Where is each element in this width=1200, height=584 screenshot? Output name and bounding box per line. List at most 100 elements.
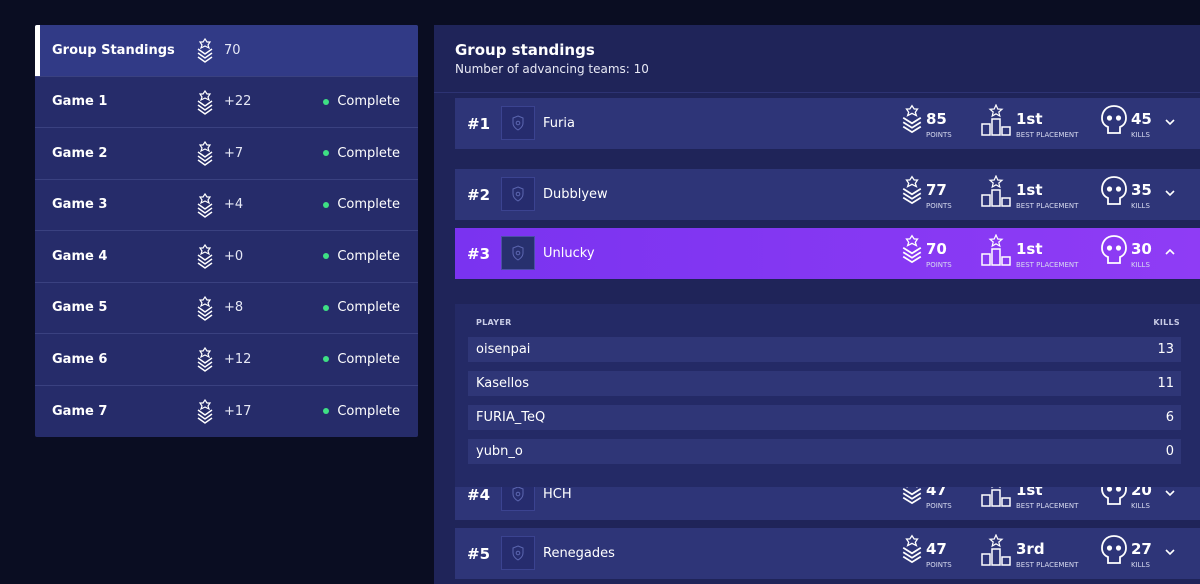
chevron-down-icon[interactable] [1163,115,1177,129]
player-name: Kasellos [476,376,529,391]
game-points: +22 [224,94,252,110]
chevron-down-icon[interactable] [1163,486,1177,500]
game-status-label: Complete [337,197,400,213]
status-dot-icon [323,253,330,260]
points-chevron-icon [197,141,213,166]
points-chevron-icon [902,175,922,205]
kills-value: 45 [1131,110,1152,128]
kills-value: 35 [1131,181,1152,199]
points-label: POINTS [926,261,952,269]
best-placement-value: 3rd [1016,540,1045,558]
best-placement-value: 1st [1016,240,1043,258]
team-row[interactable]: #3 Unlucky 70 POINTS 1st BEST PLACEMENT 3… [455,228,1200,279]
game-list-item-game-4[interactable]: Game 4 +0 Complete [35,231,418,283]
player-row: FURIA_TeQ 6 [468,405,1181,430]
chevron-down-icon[interactable] [1163,186,1177,200]
kills-label: KILLS [1131,561,1150,569]
team-rank: #4 [467,485,491,504]
points-value: 70 [926,240,947,258]
points-label: POINTS [926,131,952,139]
player-name: FURIA_TeQ [476,410,546,425]
team-rank: #3 [467,244,491,263]
kills-label: KILLS [1131,202,1150,210]
kills-label: KILLS [1131,131,1150,139]
best-placement-label: BEST PLACEMENT [1016,202,1079,210]
team-logo [501,236,535,270]
skull-icon [1101,105,1127,134]
team-row[interactable]: #1 Furia 85 POINTS 1st BEST PLACEMENT 45 … [455,98,1200,149]
player-kills: 0 [1165,444,1174,459]
status-dot-icon [323,356,330,363]
game-status-label: Complete [337,94,400,110]
podium-icon [981,234,1011,266]
game-status: Complete [323,300,400,315]
kills-value: 27 [1131,540,1152,558]
team-player-breakdown: PLAYER KILLS oisenpai 13 Kasellos 11 FUR… [455,304,1200,487]
team-logo [501,536,535,570]
game-status-label: Complete [337,351,400,367]
skull-icon [1101,176,1127,205]
podium-icon [981,104,1011,136]
game-status: Complete [323,146,400,161]
points-label: POINTS [926,202,952,210]
game-status-label: Complete [337,403,400,419]
game-list-item-game-1[interactable]: Game 1 +22 Complete [35,77,418,128]
game-points: +4 [224,197,244,213]
game-list-item-label: Game 2 [52,145,108,161]
best-placement-label: BEST PLACEMENT [1016,561,1079,569]
kills-label: KILLS [1131,502,1150,510]
game-list-item-game-7[interactable]: Game 7 +17 Complete [35,386,418,438]
points-chevron-icon [902,234,922,264]
team-logo [501,106,535,140]
points-value: 85 [926,110,947,128]
game-list-item-label: Game 4 [52,248,108,264]
points-value: 77 [926,181,947,199]
team-row[interactable]: #5 Renegades 47 POINTS 3rd BEST PLACEMENT… [455,528,1200,579]
game-points: 70 [224,42,241,58]
kills-label: KILLS [1131,261,1150,269]
game-status: Complete [323,197,400,212]
game-status-label: Complete [337,300,400,316]
game-list-item-game-6[interactable]: Game 6 +12 Complete [35,334,418,386]
game-list-item-label: Game 5 [52,300,108,316]
game-status: Complete [323,352,400,367]
game-list-item-game-2[interactable]: Game 2 +7 Complete [35,128,418,180]
game-list-item-game-3[interactable]: Game 3 +4 Complete [35,180,418,231]
kills-value: 30 [1131,240,1152,258]
points-label: POINTS [926,502,952,510]
chevron-down-icon[interactable] [1163,545,1177,559]
team-row[interactable]: #2 Dubblyew 77 POINTS 1st BEST PLACEMENT … [455,169,1200,220]
game-points: +0 [224,248,244,264]
points-chevron-icon [902,534,922,564]
game-list-item-label: Group Standings [52,42,175,58]
player-kills: 13 [1157,342,1174,357]
status-dot-icon [323,408,330,415]
game-status: Complete [323,249,400,264]
points-value: 47 [926,540,947,558]
kills-column-header: KILLS [1153,318,1180,327]
team-name: Renegades [543,546,615,561]
best-placement-label: BEST PLACEMENT [1016,131,1079,139]
game-list-item-label: Game 3 [52,197,108,213]
points-chevron-icon [197,295,213,321]
game-list-item-group-standings[interactable]: Group Standings 70 [35,25,418,77]
team-name: HCH [543,487,572,502]
status-dot-icon [323,150,330,157]
skull-icon [1101,535,1127,564]
game-status-label: Complete [337,248,400,264]
player-row: Kasellos 11 [468,371,1181,396]
game-list-item-label: Game 7 [52,403,108,419]
player-row: yubn_o 0 [468,439,1181,464]
team-name: Furia [543,116,575,131]
team-rank: #5 [467,544,491,563]
points-chevron-icon [902,104,922,134]
standings-panel: Group standings Number of advancing team… [434,25,1200,584]
points-chevron-icon [197,89,213,115]
game-list-item-game-5[interactable]: Game 5 +8 Complete [35,283,418,334]
player-name: yubn_o [476,444,523,459]
team-logo [501,177,535,211]
team-logo-placeholder-icon [512,245,524,261]
player-kills: 6 [1165,410,1174,425]
chevron-up-icon[interactable] [1163,245,1177,259]
advancing-teams-note: Number of advancing teams: 10 [455,62,649,76]
